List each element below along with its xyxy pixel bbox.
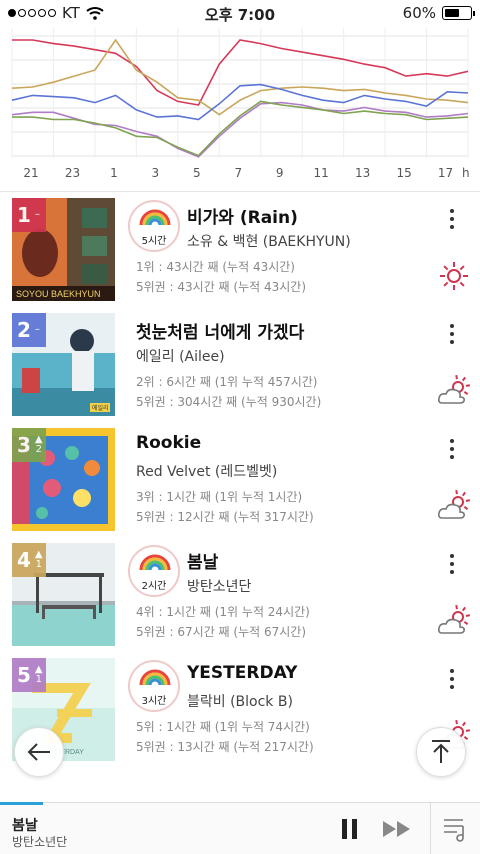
chart-tick-label: 11: [313, 166, 329, 180]
top5-stat: 5위권 : 67시간 째 (누적 67시간): [136, 625, 307, 639]
pause-button[interactable]: [340, 817, 360, 845]
chart-tick-label: 1: [110, 166, 118, 180]
battery-icon: [442, 6, 475, 20]
song-row[interactable]: 에일리 2 – 첫눈처럼 너에게 가겠다 에일리 (Ailee) 2위 : 6시…: [0, 313, 480, 428]
chart-divider: [0, 191, 480, 192]
rank-change: –: [34, 324, 40, 335]
ranking-chart-plot: [11, 28, 469, 158]
rank-stat: 5위 : 1시간 째 (1위 누적 74시간): [136, 720, 310, 734]
rank-change: –: [34, 209, 40, 220]
chart-series-line: [11, 101, 469, 158]
status-bar: KT 오후 7:00 60%: [0, 0, 480, 28]
rank-badge: 2 –: [12, 313, 46, 347]
rank-number: 4: [17, 548, 31, 572]
arrow-left-icon: [27, 743, 50, 761]
chart-tick-label: 17: [437, 166, 454, 180]
back-button[interactable]: [14, 727, 64, 777]
chart-series-line: [12, 100, 469, 157]
consecutive-hours: 5시간: [141, 236, 167, 247]
rank-change: ▲ 1: [34, 664, 43, 685]
rank-change: ▲ 2: [34, 434, 43, 455]
top5-stat: 5위권 : 43시간 째 (누적 43시간): [136, 280, 307, 294]
rank-number: 3: [17, 433, 31, 457]
player-title: 봄날: [12, 818, 38, 834]
album-cover[interactable]: 3 ▲ 2: [12, 428, 115, 531]
rank-number: 1: [17, 203, 31, 227]
chart-unit-label: h: [462, 166, 470, 180]
song-row[interactable]: SOYOU BAEKHYUN 1 – 5시간 비가와 (Rain) 소유 & 백…: [0, 198, 480, 313]
more-options-button[interactable]: [440, 434, 464, 464]
consecutive-badge: 2시간: [128, 545, 180, 597]
arrow-up-icon: [432, 740, 450, 763]
consecutive-badge: 3시간: [128, 660, 180, 712]
cover-2-badge: 에일리: [92, 404, 109, 412]
more-options-button[interactable]: [440, 664, 464, 694]
playlist-button[interactable]: [443, 816, 469, 846]
rank-badge: 4 ▲ 1: [12, 543, 46, 577]
rank-stat: 4위 : 1시간 째 (1위 누적 24시간): [136, 605, 310, 619]
playlist-icon: [444, 819, 464, 842]
rank-stat: 1위 : 43시간 째 (누적 43시간): [136, 260, 295, 274]
song-artist[interactable]: 소유 & 백현 (BAEKHYUN): [187, 231, 351, 251]
song-artist[interactable]: 블락비 (Block B): [187, 691, 293, 711]
top5-stat: 5위권 : 13시간 째 (누적 217시간): [136, 740, 314, 754]
pause-icon: [342, 819, 357, 839]
song-title[interactable]: Rookie: [136, 433, 201, 453]
rank-badge: 5 ▲ 1: [12, 658, 46, 692]
ranking-chart: 2123135791113151719 h: [0, 28, 480, 188]
chart-tick-label: 5: [192, 166, 201, 180]
song-title[interactable]: 비가와 (Rain): [187, 203, 298, 228]
song-row[interactable]: 3 ▲ 2 Rookie Red Velvet (레드벨벳) 3위 : 1시간 째…: [0, 428, 480, 543]
album-cover[interactable]: SOYOU BAEKHYUN 1 –: [12, 198, 115, 301]
rank-number: 2: [17, 318, 31, 342]
chart-series-line: [11, 38, 469, 116]
rank-change: ▲ 1: [34, 549, 43, 570]
song-artist[interactable]: Red Velvet (레드벨벳): [136, 461, 277, 481]
rank-stat: 2위 : 6시간 째 (1위 누적 457시간): [136, 375, 318, 389]
mini-player[interactable]: 봄날 방탄소년단: [0, 802, 480, 854]
partly-cloudy-icon: [436, 373, 472, 409]
chart-tick-label: 15: [396, 166, 412, 180]
cover-1-caption: SOYOU BAEKHYUN: [16, 289, 101, 299]
album-cover[interactable]: 4 ▲ 1: [12, 543, 115, 646]
player-artist: 방탄소년단: [12, 835, 68, 849]
rank-number: 5: [17, 663, 31, 687]
song-title[interactable]: 첫눈처럼 너에게 가겠다: [136, 318, 304, 343]
partly-cloudy-icon: [436, 488, 472, 524]
rank-badge: 1 –: [12, 198, 46, 232]
consecutive-hours: 2시간: [141, 581, 167, 592]
chart-tick-label: 21: [23, 166, 39, 180]
fast-forward-icon: [383, 821, 410, 837]
chart-tick-label: 7: [234, 166, 243, 180]
player-divider: [430, 803, 431, 854]
song-title[interactable]: 봄날: [187, 548, 218, 573]
song-title[interactable]: YESTERDAY: [187, 663, 297, 683]
battery-percent: 60%: [402, 4, 436, 22]
song-artist[interactable]: 에일리 (Ailee): [136, 346, 225, 366]
more-options-button[interactable]: [440, 319, 464, 349]
rank-badge: 3 ▲ 2: [12, 428, 46, 462]
partly-cloudy-icon: [436, 603, 472, 639]
scroll-top-button[interactable]: [416, 727, 466, 777]
sunny-icon: [436, 258, 472, 294]
song-row[interactable]: YESTERDAY 5 ▲1 3시간 YESTERDAY 블락비 (Block …: [0, 658, 480, 773]
top5-stat: 5위권 : 304시간 째 (누적 930시간): [136, 395, 322, 409]
song-row[interactable]: 4 ▲ 1 2시간 봄날 방탄소년단 4위 : 1시간 째 (1위 누적 24시간…: [0, 543, 480, 658]
next-button[interactable]: [382, 820, 412, 842]
more-options-button[interactable]: [440, 549, 464, 579]
chart-tick-label: 19: [472, 166, 480, 180]
rank-stat: 3위 : 1시간 째 (1위 누적 1시간): [136, 490, 303, 504]
consecutive-badge: 5시간: [128, 200, 180, 252]
chart-tick-label: 13: [354, 166, 371, 180]
chart-tick-label: 3: [151, 166, 160, 180]
consecutive-hours: 3시간: [141, 696, 167, 707]
song-artist[interactable]: 방탄소년단: [187, 576, 251, 596]
player-progress-bar[interactable]: [0, 802, 44, 805]
chart-tick-label: 23: [64, 166, 81, 180]
chart-tick-label: 9: [275, 166, 284, 180]
album-cover[interactable]: 에일리 2 –: [12, 313, 115, 416]
status-right: 60%: [402, 4, 475, 22]
more-options-button[interactable]: [440, 204, 464, 234]
top5-stat: 5위권 : 12시간 째 (누적 317시간): [136, 510, 314, 524]
